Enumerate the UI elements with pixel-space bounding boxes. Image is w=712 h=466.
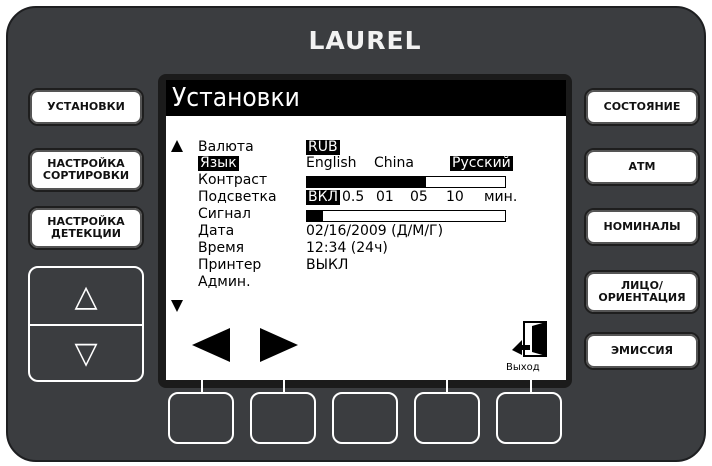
softkey-2-leader: [283, 380, 285, 392]
backlight-option-05[interactable]: 05: [410, 190, 428, 205]
contrast-bar-fill: [307, 177, 426, 187]
exit-door-icon[interactable]: [510, 320, 550, 360]
scroll-up-icon: [171, 140, 183, 152]
label-contrast: Контраст: [198, 172, 268, 188]
status-button[interactable]: СОСТОЯНИЕ: [584, 88, 700, 126]
face-orientation-button[interactable]: ЛИЦО/ ОРИЕНТАЦИЯ: [584, 270, 700, 314]
signal-bar[interactable]: [306, 210, 506, 222]
down-arrow-button[interactable]: ▽: [30, 327, 142, 379]
label-date: Дата: [198, 223, 235, 239]
currency-value[interactable]: RUB: [306, 140, 340, 155]
softkey-2[interactable]: [250, 392, 316, 444]
scroll-down-icon: [171, 300, 183, 312]
up-arrow-button[interactable]: △: [30, 270, 142, 322]
previous-arrow-icon[interactable]: [192, 328, 230, 362]
label-admin: Админ.: [198, 274, 251, 290]
softkey-1[interactable]: [168, 392, 234, 444]
language-option-russian[interactable]: Русский: [450, 156, 513, 171]
backlight-option-01[interactable]: 01: [376, 190, 394, 205]
label-signal: Сигнал: [198, 206, 251, 222]
softkey-4[interactable]: [414, 392, 480, 444]
atm-button[interactable]: АТМ: [584, 148, 700, 186]
printer-value[interactable]: ВЫКЛ: [306, 258, 348, 273]
up-triangle-icon: △: [74, 278, 98, 314]
backlight-unit: мин.: [484, 189, 518, 205]
exit-label: Выход: [506, 362, 540, 373]
backlight-option-10[interactable]: 10: [446, 190, 464, 205]
signal-bar-fill: [307, 211, 323, 221]
language-option-china[interactable]: China: [374, 156, 414, 171]
contrast-bar[interactable]: [306, 176, 506, 188]
softkey-4-leader: [446, 380, 448, 392]
language-option-english[interactable]: English: [306, 156, 357, 171]
settings-button[interactable]: УСТАНОВКИ: [28, 88, 144, 126]
backlight-option-0-5[interactable]: 0.5: [342, 190, 364, 205]
softkey-5-leader: [530, 380, 532, 392]
label-language: Язык: [198, 155, 239, 171]
lcd-screen: Установки Валюта Язык Контраст Подсветка…: [166, 80, 566, 380]
label-time: Время: [198, 240, 245, 256]
next-arrow-icon[interactable]: [260, 328, 298, 362]
label-printer: Принтер: [198, 257, 262, 273]
detection-setup-button[interactable]: НАСТРОЙКА ДЕТЕКЦИИ: [28, 206, 144, 250]
brand-logo: LAUREL: [308, 26, 422, 55]
down-triangle-icon: ▽: [74, 335, 98, 371]
date-value[interactable]: 02/16/2009 (Д/М/Г): [306, 224, 443, 239]
sorting-setup-button[interactable]: НАСТРОЙКА СОРТИРОВКИ: [28, 148, 144, 192]
screen-title: Установки: [166, 80, 566, 116]
emission-button[interactable]: ЭМИССИЯ: [584, 332, 700, 370]
label-currency: Валюта: [198, 139, 254, 155]
softkey-5[interactable]: [496, 392, 562, 444]
backlight-on-option[interactable]: ВКЛ: [306, 190, 341, 205]
softkey-3[interactable]: [332, 392, 398, 444]
denominations-button[interactable]: НОМИНАЛЫ: [584, 208, 700, 246]
up-down-divider: [30, 324, 142, 326]
time-value[interactable]: 12:34 (24ч): [306, 241, 388, 256]
label-backlight: Подсветка: [198, 189, 277, 205]
softkey-1-leader: [201, 380, 203, 392]
